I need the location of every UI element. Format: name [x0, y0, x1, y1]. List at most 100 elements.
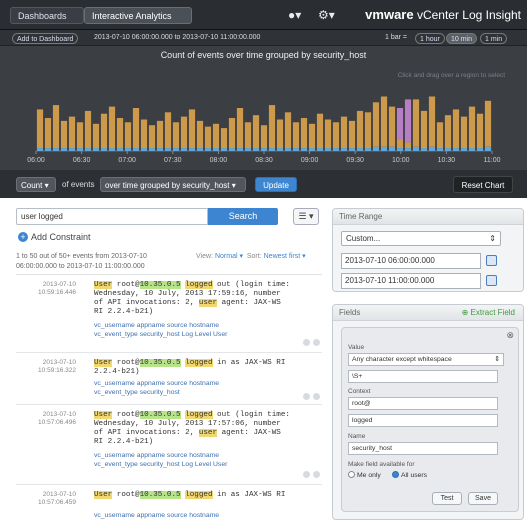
chart-bar[interactable]: [412, 99, 420, 147]
chart-bar[interactable]: [404, 148, 412, 151]
chart-bar[interactable]: [476, 113, 484, 149]
chart-bar[interactable]: [124, 122, 132, 149]
chart-bar[interactable]: [52, 105, 60, 149]
chart-bar[interactable]: [372, 146, 380, 151]
chart-bar[interactable]: [420, 110, 428, 149]
chart-bar[interactable]: [460, 116, 468, 149]
chart-bar[interactable]: [364, 112, 372, 149]
chart-bar[interactable]: [84, 110, 92, 149]
chart-bar[interactable]: [244, 148, 252, 151]
event-action-icon[interactable]: [313, 471, 320, 478]
chart-bar[interactable]: [444, 115, 452, 149]
chart-bar[interactable]: [340, 148, 348, 151]
chart-bar[interactable]: [284, 148, 292, 151]
chart-bar[interactable]: [220, 148, 228, 151]
event-action-icon[interactable]: [303, 471, 310, 478]
user-icon[interactable]: ●▾: [288, 8, 301, 22]
chart-bar[interactable]: [260, 148, 268, 151]
grouping-dropdown[interactable]: over time grouped by security_host ▾: [100, 177, 246, 192]
chart-bar[interactable]: [460, 148, 468, 151]
chart-bar[interactable]: [268, 105, 276, 149]
chart-bar[interactable]: [60, 120, 68, 149]
calendar-icon[interactable]: [486, 255, 497, 266]
chart-bar[interactable]: [108, 106, 116, 149]
chart-bar[interactable]: [44, 148, 52, 151]
chart-bar[interactable]: [220, 128, 228, 149]
add-constraint-button[interactable]: + Add Constraint: [18, 232, 91, 242]
chart-bar[interactable]: [204, 148, 212, 151]
chart-bar[interactable]: [436, 148, 444, 151]
chart-bar[interactable]: [268, 148, 276, 151]
chart-bar[interactable]: [276, 148, 284, 151]
search-button[interactable]: Search: [208, 208, 278, 225]
chart-bar[interactable]: [300, 118, 308, 149]
chart-bar[interactable]: [180, 148, 188, 151]
save-button[interactable]: Save: [468, 492, 498, 505]
sort-dropdown[interactable]: Newest first ▾: [264, 253, 306, 260]
chart-bar[interactable]: [36, 109, 44, 149]
chart-bar[interactable]: [324, 119, 332, 149]
chart-bar[interactable]: [252, 115, 260, 149]
chart-bar[interactable]: [284, 112, 292, 149]
event-fields[interactable]: vc_username appname source hostname: [94, 511, 322, 520]
chart-bar[interactable]: [244, 122, 252, 149]
chart-bar[interactable]: [92, 148, 100, 151]
chart-bar[interactable]: [180, 116, 188, 149]
chart-bar[interactable]: [436, 122, 444, 149]
chart-bar[interactable]: [212, 148, 220, 151]
chart-bar[interactable]: [316, 113, 324, 149]
chart-bar[interactable]: [412, 146, 420, 151]
chart-bar[interactable]: [236, 108, 244, 149]
chart-bar[interactable]: [388, 106, 396, 147]
chart-bar[interactable]: [108, 148, 116, 151]
chart-bar[interactable]: [100, 113, 108, 149]
chart-bar[interactable]: [388, 146, 396, 151]
chart-bar[interactable]: [308, 148, 316, 151]
time-range-preset-select[interactable]: Custom... ⇕: [341, 231, 501, 246]
chart-bar[interactable]: [348, 148, 356, 151]
search-input[interactable]: user logged: [16, 208, 208, 225]
update-button[interactable]: Update: [255, 177, 297, 192]
chart-bar[interactable]: [100, 148, 108, 151]
chart-bar[interactable]: [396, 148, 404, 151]
event-row[interactable]: 2013-07-10 10:59:16.446 User root@10.35.0…: [16, 279, 322, 353]
chart-bar[interactable]: [132, 108, 140, 149]
event-action-icon[interactable]: [313, 339, 320, 346]
view-dropdown[interactable]: Normal ▾: [215, 253, 243, 260]
chart-bar[interactable]: [148, 125, 156, 149]
chart-bar[interactable]: [452, 109, 460, 149]
chart-bar[interactable]: [484, 146, 492, 151]
chart-bar[interactable]: [140, 148, 148, 151]
chart-bar[interactable]: [396, 139, 404, 149]
chart-bar[interactable]: [132, 148, 140, 151]
chart-bar[interactable]: [292, 148, 300, 151]
chart-bar[interactable]: [332, 122, 340, 149]
chart-bar[interactable]: [348, 120, 356, 149]
chart-bar[interactable]: [236, 148, 244, 151]
chart-bar[interactable]: [76, 122, 84, 149]
event-fields[interactable]: vc_username appname source hostname vc_ev…: [94, 451, 322, 469]
chart-bar[interactable]: [404, 142, 412, 149]
chart-bar[interactable]: [428, 96, 436, 147]
chart-bar[interactable]: [404, 99, 412, 143]
chart-bar[interactable]: [68, 148, 76, 151]
close-icon[interactable]: ⊗: [506, 330, 514, 341]
event-row[interactable]: 2013-07-10 10:59:16.322 User root@10.35.0…: [16, 353, 322, 405]
context-before-field[interactable]: root@: [348, 397, 498, 410]
chart-bar[interactable]: [36, 148, 44, 151]
chart-bar[interactable]: [156, 148, 164, 151]
chart-bar[interactable]: [68, 116, 76, 149]
chart-bar[interactable]: [468, 106, 476, 149]
chart-bar[interactable]: [188, 148, 196, 151]
chart-bar[interactable]: [276, 119, 284, 149]
chart-bar[interactable]: [356, 148, 364, 151]
event-row[interactable]: 2013-07-10 10:57:06.496 User root@10.35.0…: [16, 405, 322, 485]
chart-bar[interactable]: [292, 122, 300, 149]
chart-bar[interactable]: [396, 108, 404, 140]
chart-bar[interactable]: [428, 146, 436, 151]
chart-bar[interactable]: [140, 119, 148, 149]
chart-bar[interactable]: [60, 148, 68, 151]
chart-bar[interactable]: [84, 148, 92, 151]
test-button[interactable]: Test: [432, 492, 462, 505]
chart-bar[interactable]: [380, 96, 388, 147]
